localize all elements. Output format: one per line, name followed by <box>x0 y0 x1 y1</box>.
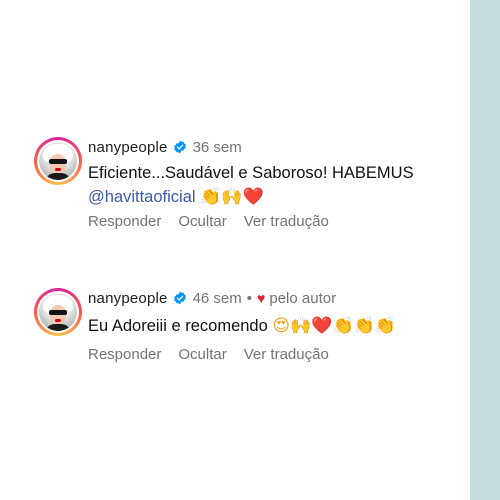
hide-button[interactable]: Ocultar <box>178 213 226 230</box>
author-heart-icon: ♥ <box>257 290 266 306</box>
heart-eyes-emoji-icon: 😍 <box>272 316 291 336</box>
side-panel-strip <box>470 0 500 500</box>
heart-emoji-icon: ❤️ <box>311 316 333 336</box>
avatar-image <box>39 142 77 180</box>
reply-button[interactable]: Responder <box>88 213 161 230</box>
mention-link[interactable]: @havittaoficial <box>88 188 196 206</box>
comment-header: nanypeople 36 sem <box>88 137 242 157</box>
translate-button[interactable]: Ver tradução <box>244 346 329 363</box>
avatar[interactable] <box>34 137 82 185</box>
comment-text: Eu Adoreiii e recomendo 😍🙌❤️👏👏👏 <box>88 314 396 338</box>
hide-button[interactable]: Ocultar <box>178 346 226 363</box>
avatar-image <box>39 293 77 331</box>
comment-time: 36 sem <box>192 138 242 156</box>
comment-actions: Responder Ocultar Ver tradução <box>88 213 346 230</box>
username[interactable]: nanypeople <box>88 139 168 156</box>
comment-time: 46 sem <box>192 289 242 307</box>
comment-header: nanypeople 46 sem • ♥ pelo autor <box>88 288 336 308</box>
reply-button[interactable]: Responder <box>88 346 161 363</box>
clap-emoji-icon: 👏 <box>332 316 354 336</box>
clap-emoji-icon: 👏 <box>353 316 375 336</box>
username[interactable]: nanypeople <box>88 290 168 307</box>
comment-text-line: Eu Adoreiii e recomendo <box>88 317 268 335</box>
verified-badge-icon <box>173 291 186 305</box>
raised-hands-emoji-icon: 🙌 <box>221 187 243 207</box>
clap-emoji-icon: 👏 <box>200 187 222 207</box>
separator-dot: • <box>246 289 253 307</box>
raised-hands-emoji-icon: 🙌 <box>290 316 312 336</box>
liked-by-author-label: pelo autor <box>269 289 337 307</box>
avatar[interactable] <box>34 288 82 336</box>
clap-emoji-icon: 👏 <box>374 316 396 336</box>
translate-button[interactable]: Ver tradução <box>244 213 329 230</box>
verified-badge-icon <box>173 140 186 154</box>
comment-text-line: Eficiente...Saudável e Saboroso! HABEMUS <box>88 164 414 182</box>
heart-emoji-icon: ❤️ <box>242 187 264 207</box>
comment-actions: Responder Ocultar Ver tradução <box>88 346 346 363</box>
comment-text: Eficiente...Saudável e Saboroso! HABEMUS… <box>88 161 414 209</box>
